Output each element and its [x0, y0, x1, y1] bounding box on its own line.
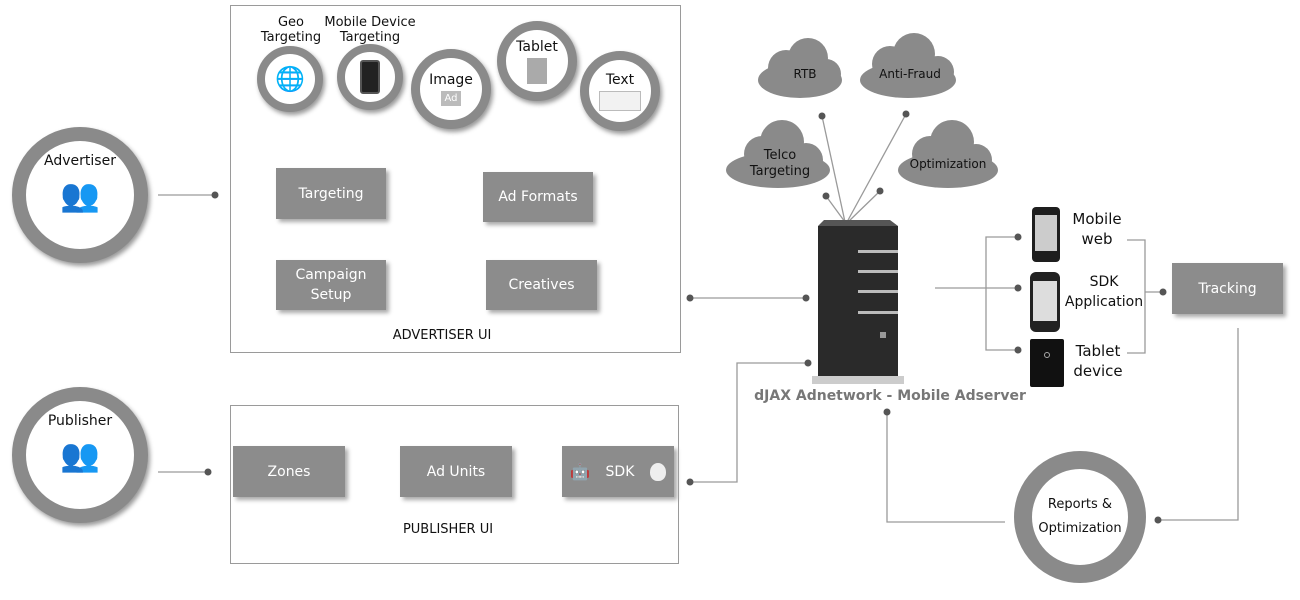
tablet-device-icon: [1030, 339, 1064, 387]
connector-reports-server: [886, 412, 1005, 523]
sdk-phone-icon: [1030, 272, 1060, 332]
mobile-web-line1: Mobile: [1072, 210, 1122, 228]
campaign-setup-line2: Setup: [310, 287, 352, 303]
connector-dot: [802, 294, 810, 302]
advertiser-node: Advertiser 👥: [12, 127, 148, 263]
cloud-optimization-label: Optimization: [909, 157, 987, 171]
connector-dot: [804, 359, 812, 367]
connector-dot: [1014, 346, 1022, 354]
connector-dot: [1159, 288, 1167, 296]
sdk-box: 🤖 SDK: [562, 446, 674, 497]
connector-dot: [686, 478, 694, 486]
reports-optimization-node: Reports & Optimization: [1014, 451, 1146, 583]
server-caption: dJAX Adnetwork - Mobile Adserver: [754, 388, 1026, 404]
sdk-app-line1: SDK: [1089, 274, 1119, 290]
publisher-ui-label: PUBLISHER UI: [402, 522, 494, 537]
connector-dot: [1154, 516, 1162, 524]
tablet-label: Tablet: [516, 38, 558, 55]
tablet-device-line1: Tablet: [1075, 342, 1121, 360]
connector-dot: [902, 110, 910, 118]
globe-target-icon: 🌐: [275, 65, 305, 93]
connector-dot: [211, 191, 219, 199]
geo-label-line1: Geo: [277, 15, 305, 30]
connector-device-bracket: [985, 236, 1018, 351]
reports-line1: Reports &: [1047, 497, 1113, 512]
targeting-box: Targeting: [276, 168, 386, 219]
smartphone-target-icon: [360, 60, 380, 94]
connector-tracking-reports: [1158, 328, 1239, 521]
text-ad-icon: [599, 90, 641, 111]
connector-dot: [204, 468, 212, 476]
android-icon: 🤖: [570, 461, 590, 481]
tablet-device-label: Tablet device: [1073, 341, 1122, 381]
people-icon: 👥: [60, 176, 100, 214]
text-format-node: Text: [580, 51, 660, 131]
zones-box: Zones: [233, 446, 345, 497]
ad-formats-box: Ad Formats: [483, 172, 593, 222]
connector-anti-fraud: [846, 113, 907, 223]
connector-dot: [686, 294, 694, 302]
server-icon: [812, 220, 904, 384]
image-ad-icon: Ad: [441, 91, 461, 106]
connector-dot: [876, 187, 884, 195]
tablet-device-line2: device: [1073, 362, 1123, 380]
mobile-web-phone-icon: [1032, 207, 1060, 262]
publisher-node: Publisher 👥: [12, 387, 148, 523]
mobile-device-targeting-label: Mobile Device Targeting: [324, 15, 415, 45]
creatives-box: Creatives: [486, 260, 597, 310]
geo-targeting-node: 🌐: [257, 46, 323, 112]
geo-targeting-label: Geo Targeting: [261, 15, 321, 45]
tablet-icon: [527, 57, 547, 84]
cloud-rtb-label: RTB: [793, 67, 817, 81]
mobile-device-targeting-node: [337, 44, 403, 110]
connector-dot: [883, 408, 891, 416]
adnetwork-diagram: Advertiser 👥 Publisher 👥 ADVERTISER UI G…: [0, 0, 1300, 600]
image-label: Image: [429, 72, 473, 88]
mobile-device-label-line1: Mobile Device: [324, 15, 416, 30]
advertiser-ui-label: ADVERTISER UI: [392, 328, 492, 343]
cloud-telco-label: Telco Targeting: [750, 148, 810, 180]
tracking-box: Tracking: [1172, 263, 1283, 314]
cloud-optimization: [898, 120, 998, 188]
apple-icon: [650, 462, 666, 481]
connector-dot: [822, 192, 830, 200]
connector-dot: [1014, 233, 1022, 241]
sdk-label: SDK: [605, 463, 635, 480]
mobile-web-line2: web: [1081, 230, 1113, 248]
connector-dot: [1014, 284, 1022, 292]
ad-units-box: Ad Units: [400, 446, 512, 497]
telco-line1: Telco: [763, 148, 797, 163]
tablet-format-node: Tablet: [497, 21, 577, 101]
advertiser-label: Advertiser: [44, 153, 116, 169]
sdk-application-label: SDK Application: [1065, 272, 1143, 312]
connector-optimization: [847, 190, 881, 223]
mobile-device-label-line2: Targeting: [339, 30, 401, 45]
geo-label-line2: Targeting: [260, 30, 322, 45]
connector-dot: [818, 112, 826, 120]
reports-line2: Optimization: [1038, 521, 1122, 536]
connector-sdk-server: [690, 362, 808, 483]
people-icon: 👥: [60, 436, 100, 474]
campaign-setup-box: Campaign Setup: [276, 260, 386, 310]
telco-line2: Targeting: [749, 164, 811, 179]
text-label: Text: [605, 71, 635, 88]
image-format-node: Image Ad: [411, 49, 491, 129]
cloud-anti-fraud-label: Anti-Fraud: [879, 67, 941, 81]
sdk-app-line2: Application: [1064, 294, 1144, 310]
campaign-setup-line1: Campaign: [295, 267, 367, 283]
publisher-label: Publisher: [47, 413, 113, 429]
mobile-web-label: Mobile web: [1072, 209, 1121, 249]
